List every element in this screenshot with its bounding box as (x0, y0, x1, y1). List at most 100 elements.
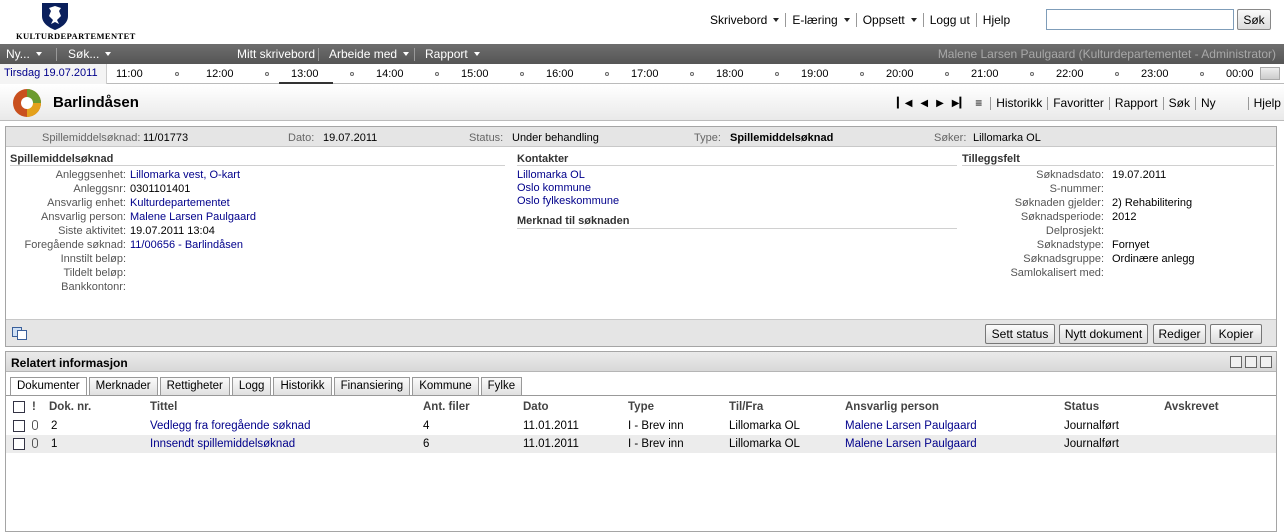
search-button[interactable]: Søk (1237, 9, 1271, 30)
link-report[interactable]: Rapport (1110, 96, 1163, 110)
maximize-icon[interactable] (1260, 356, 1272, 368)
menu-new[interactable]: Ny... (6, 47, 42, 61)
case-date: 19.07.2011 (323, 132, 378, 144)
timeline-date[interactable]: Tirsdag 19.07.2011 (0, 64, 107, 84)
menu-label: Rapport (425, 47, 468, 61)
tab-rettigheter[interactable]: Rettigheter (159, 377, 230, 395)
timeline-hour[interactable]: 00:00 (1226, 68, 1254, 80)
logo: KULTURDEPARTEMENTET (16, 2, 135, 42)
summary-label: Spillemiddelsøknad: (42, 132, 141, 144)
new-document-button[interactable]: Nytt dokument (1059, 324, 1148, 344)
contact-link[interactable]: Lillomarka OL (517, 169, 585, 181)
column-header-type[interactable]: Type (628, 401, 654, 413)
previous-record-icon[interactable]: ◀ (920, 98, 928, 109)
timeline-hour[interactable]: 22:00 (1056, 68, 1084, 80)
field-label: Innstilt beløp: (60, 253, 126, 265)
column-header-doc-nr[interactable]: Dok. nr. (49, 401, 91, 413)
field-value[interactable]: Malene Larsen Paulgaard (130, 211, 256, 223)
tab-historikk[interactable]: Historikk (273, 377, 332, 395)
timeline-hour[interactable]: 12:00 (206, 68, 234, 80)
timeline-hour[interactable]: 14:00 (376, 68, 404, 80)
nav-hjelp[interactable]: Hjelp (977, 13, 1016, 27)
case-applicant: Lillomarka OL (973, 132, 1041, 144)
divider (318, 48, 319, 61)
tab-kommune[interactable]: Kommune (412, 377, 479, 395)
search-input[interactable] (1046, 9, 1234, 30)
copy-documents-icon[interactable] (12, 327, 27, 340)
chevron-down-icon (105, 52, 112, 56)
field-value: 19.07.2011 13:04 (130, 225, 215, 237)
copy-button[interactable]: Kopier (1210, 324, 1262, 344)
nav-skrivebord[interactable]: Skrivebord (704, 13, 785, 27)
field-value[interactable]: 11/00656 - Barlindåsen (130, 239, 243, 251)
column-header-date[interactable]: Dato (523, 401, 549, 413)
first-record-icon[interactable]: ▎◀ (897, 98, 912, 109)
timeline-hour[interactable]: 20:00 (886, 68, 914, 80)
column-header-title[interactable]: Tittel (150, 401, 177, 413)
timeline-hour[interactable]: 15:00 (461, 68, 489, 80)
tab-logg[interactable]: Logg (231, 377, 272, 395)
table-row[interactable]: 1 Innsendt spillemiddelsøknad 6 11.01.2011 I… (6, 435, 1276, 453)
timeline-hour[interactable]: 16:00 (546, 68, 574, 80)
contact-link[interactable]: Oslo fylkeskommune (517, 195, 619, 207)
select-all-checkbox[interactable] (13, 401, 25, 413)
timeline-hour[interactable]: 17:00 (631, 68, 659, 80)
doc-title-link[interactable]: Vedlegg fra foregående søknad (150, 420, 310, 432)
responsible-person-link[interactable]: Malene Larsen Paulgaard (845, 420, 977, 432)
tab-finansiering[interactable]: Finansiering (333, 377, 411, 395)
responsible-person-link[interactable]: Malene Larsen Paulgaard (845, 438, 977, 450)
edit-button[interactable]: Rediger (1153, 324, 1206, 344)
nav-logg-ut[interactable]: Logg ut (924, 13, 976, 27)
column-header-flag[interactable]: ! (32, 401, 36, 413)
timeline-halfhour-dot (435, 72, 439, 76)
row-checkbox[interactable] (13, 420, 25, 432)
timeline-halfhour-dot (775, 72, 779, 76)
window-controls (1230, 356, 1272, 368)
doc-title-link[interactable]: Innsendt spillemiddelsøknad (150, 438, 295, 450)
menu-search[interactable]: Søk... (68, 47, 112, 61)
timeline-hour[interactable]: 23:00 (1141, 68, 1169, 80)
link-favorites[interactable]: Favoritter (1048, 96, 1109, 110)
timeline-hour[interactable]: 11:00 (116, 68, 143, 80)
nav-label: E-læring (792, 13, 838, 27)
field-label: Bankkontonr: (61, 281, 126, 293)
list-view-icon[interactable]: ≡ (975, 96, 982, 110)
nav-e-laering[interactable]: E-læring (786, 13, 855, 27)
tab-merknader[interactable]: Merknader (88, 377, 158, 395)
link-new[interactable]: Ny (1196, 96, 1248, 110)
link-history[interactable]: Historikk (991, 96, 1047, 110)
restore-icon[interactable] (1245, 356, 1257, 368)
logo-text: KULTURDEPARTEMENTET (16, 31, 136, 41)
link-search[interactable]: Søk (1164, 96, 1195, 110)
field-label: Siste aktivitet: (58, 225, 126, 237)
tab-fylke[interactable]: Fylke (480, 377, 523, 395)
timeline-hour[interactable]: 21:00 (971, 68, 999, 80)
menu-work-with[interactable]: Arbeide med (329, 47, 410, 61)
column-header-status[interactable]: Status (1064, 401, 1099, 413)
menu-report[interactable]: Rapport (425, 47, 480, 61)
set-status-button[interactable]: Sett status (985, 324, 1055, 344)
menu-my-desk[interactable]: Mitt skrivebord (237, 47, 315, 61)
column-header-files[interactable]: Ant. filer (423, 401, 470, 413)
column-header-written-off[interactable]: Avskrevet (1164, 401, 1219, 413)
row-checkbox[interactable] (13, 438, 25, 450)
file-count: 6 (423, 438, 430, 450)
next-record-icon[interactable]: ▶ (936, 98, 944, 109)
timeline-scroll-button[interactable] (1260, 67, 1280, 80)
field-value[interactable]: Kulturdepartementet (130, 197, 230, 209)
last-record-icon[interactable]: ▶▎ (952, 98, 967, 109)
column-header-person[interactable]: Ansvarlig person (845, 401, 939, 413)
contact-link[interactable]: Oslo kommune (517, 182, 591, 194)
table-row[interactable]: 2 Vedlegg fra foregående søknad 4 11.01.201… (6, 417, 1276, 435)
link-help[interactable]: Hjelp (1249, 96, 1284, 110)
timeline-hour[interactable]: 13:00 (291, 68, 319, 80)
tab-dokumenter[interactable]: Dokumenter (10, 377, 87, 396)
nav-oppsett[interactable]: Oppsett (857, 13, 923, 27)
column-header-to-from[interactable]: Til/Fra (729, 401, 763, 413)
doc-to-from: Lillomarka OL (729, 420, 800, 432)
minimize-icon[interactable] (1230, 356, 1242, 368)
field-value[interactable]: Lillomarka vest, O-kart (130, 169, 240, 181)
timeline-hour[interactable]: 19:00 (801, 68, 829, 80)
timeline-hour[interactable]: 18:00 (716, 68, 744, 80)
coat-of-arms-icon (42, 3, 68, 30)
